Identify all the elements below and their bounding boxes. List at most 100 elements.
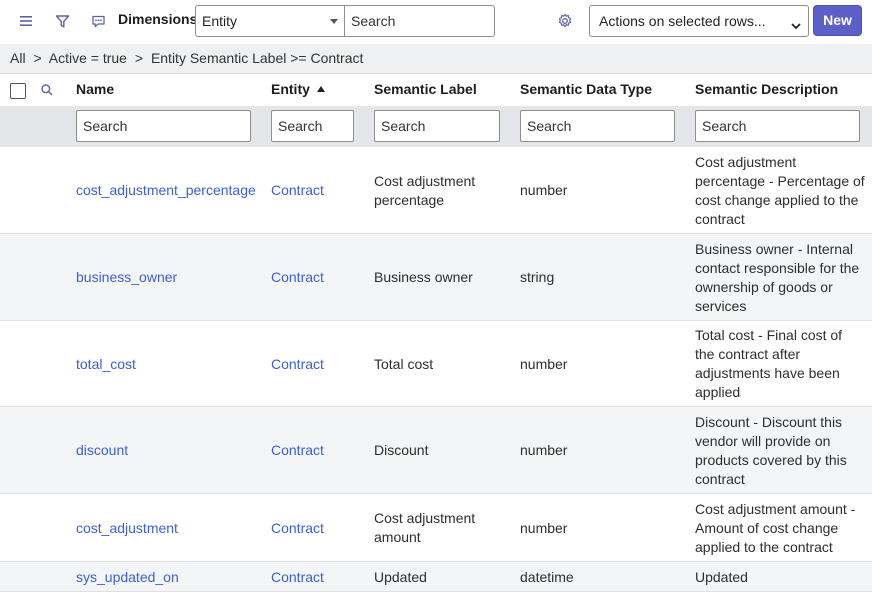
- cell-text-line: number: [520, 519, 568, 536]
- cell-text-line: number: [520, 355, 568, 372]
- cell-text-line: Cost adjustment amount -: [695, 500, 856, 517]
- name-link[interactable]: total_cost: [76, 321, 266, 407]
- entity-link[interactable]: Contract: [271, 562, 366, 592]
- semantic-label-cell: Updated: [374, 562, 514, 592]
- breadcrumb-separator: >: [134, 50, 144, 66]
- cell-text-line: contract: [695, 210, 745, 227]
- breadcrumb-item-all[interactable]: All: [10, 50, 26, 66]
- semantic-description-cell: Updated: [695, 562, 867, 592]
- cell-text-line: percentage - Percentage of: [695, 172, 865, 189]
- semantic-label-filter-input[interactable]: [374, 110, 500, 142]
- column-header-semantic-description[interactable]: Semantic Description: [695, 81, 838, 97]
- entity-link[interactable]: Contract: [271, 407, 366, 494]
- breadcrumb-separator: >: [33, 50, 42, 66]
- cell-text-line: Discount: [374, 442, 429, 458]
- semantic-description-cell-text: Cost adjustment amount - Amount of cost c…: [695, 500, 855, 557]
- semantic-data-type-cell: datetime: [520, 562, 685, 592]
- cell-text-line: products covered by this: [695, 451, 847, 468]
- semantic-label-cell-text: Updated: [374, 568, 427, 587]
- semantic-description-cell-text: Updated: [695, 568, 748, 587]
- cell-text-line: business_owner: [76, 269, 178, 285]
- semantic-label-cell: Business owner: [374, 234, 514, 321]
- cell-text-line: number: [520, 182, 568, 198]
- semantic-description-cell-text: Business owner - Internal contact respons…: [695, 240, 859, 316]
- column-header-semantic-data-type[interactable]: Semantic Data Type: [520, 81, 652, 97]
- name-link[interactable]: business_owner: [76, 234, 266, 321]
- actions-select[interactable]: Actions on selected rows...: [589, 5, 809, 37]
- cell-text-line: Total cost: [374, 355, 434, 372]
- semantic-description-filter-input[interactable]: [695, 110, 860, 142]
- name-link[interactable]: sys_updated_on: [76, 562, 266, 592]
- semantic-label-cell-text: Cost adjustment percentage: [374, 172, 475, 210]
- breadcrumb-item-active[interactable]: Active = true: [49, 50, 127, 66]
- page-title: Dimensions: [118, 11, 198, 27]
- breadcrumb-item-semantic-label[interactable]: Entity Semantic Label >= Contract: [151, 50, 363, 66]
- actions-select-value: Actions on selected rows...: [599, 13, 766, 29]
- name-link[interactable]: discount: [76, 407, 266, 494]
- table-row: sys_updated_on Contract Updated datetime Upd…: [0, 562, 872, 592]
- semantic-description-cell: Discount - Discount this vendor will prov…: [695, 407, 867, 494]
- entity-link[interactable]: Contract: [271, 147, 366, 234]
- name-filter-input[interactable]: [76, 110, 251, 142]
- chat-bubble-icon[interactable]: [89, 12, 107, 30]
- search-icon[interactable]: [40, 83, 54, 100]
- entity-select-value: Entity: [202, 13, 238, 29]
- table-row: cost_adjustment Contract Cost adjustment am…: [0, 494, 872, 562]
- cell-text-line: the contract after: [695, 346, 801, 362]
- semantic-data-type-cell-text: string: [520, 268, 554, 287]
- cell-text-line: Cost adjustment: [374, 172, 476, 189]
- semantic-data-type-cell-text: datetime: [520, 568, 574, 587]
- name-link-text: cost_adjustment: [76, 519, 178, 538]
- semantic-data-type-cell: number: [520, 321, 685, 407]
- entity-link[interactable]: Contract: [271, 321, 366, 407]
- entity-select[interactable]: Entity: [195, 5, 345, 37]
- cell-text-line: sys_updated_on: [76, 568, 179, 585]
- cell-text-line: Contract: [271, 269, 324, 285]
- name-link-text: cost_adjustment_percentage: [76, 181, 256, 200]
- semantic-description-cell: Cost adjustment percentage - Percentage o…: [695, 147, 867, 234]
- cell-text-line: cost_adjustment_percentage: [76, 182, 256, 198]
- name-link[interactable]: cost_adjustment: [76, 494, 266, 562]
- semantic-label-cell-text: Cost adjustment amount: [374, 509, 475, 547]
- column-header-semantic-label[interactable]: Semantic Label: [374, 81, 477, 97]
- entity-filter-input[interactable]: [271, 110, 354, 142]
- semantic-label-cell-text: Business owner: [374, 268, 473, 287]
- entity-link-text: Contract: [271, 268, 324, 287]
- semantic-label-cell-text: Discount: [374, 441, 428, 460]
- entity-link[interactable]: Contract: [271, 494, 366, 562]
- dimensions-table: Name Entity Semantic Label Semantic Data…: [0, 73, 872, 592]
- cell-text-line: Discount - Discount this: [695, 413, 843, 430]
- name-link-text: sys_updated_on: [76, 568, 179, 587]
- list-search-input[interactable]: [345, 5, 495, 37]
- name-link-text: business_owner: [76, 268, 177, 287]
- semantic-data-type-cell: number: [520, 147, 685, 234]
- table-row: discount Contract Discount number Discount -…: [0, 407, 872, 494]
- name-link-text: discount: [76, 441, 128, 460]
- column-header-name[interactable]: Name: [76, 81, 114, 97]
- cell-text-line: Cost adjustment: [695, 153, 797, 170]
- cell-text-line: string: [520, 269, 555, 285]
- caret-down-icon: [330, 19, 338, 24]
- cell-text-line: cost change applied to the: [695, 191, 859, 208]
- semantic-label-cell: Cost adjustment percentage: [374, 147, 514, 234]
- select-all-checkbox[interactable]: [10, 83, 26, 99]
- entity-link[interactable]: Contract: [271, 234, 366, 321]
- cell-text-line: Total cost - Final cost of: [695, 327, 843, 343]
- name-link[interactable]: cost_adjustment_percentage: [76, 147, 266, 234]
- cell-text-line: Cost adjustment: [374, 510, 476, 526]
- cell-text-line: datetime: [520, 568, 574, 585]
- entity-link-text: Contract: [271, 568, 324, 587]
- gear-icon[interactable]: [556, 12, 574, 30]
- new-button[interactable]: New: [813, 5, 862, 36]
- cell-text-line: applied to the contract: [695, 538, 833, 555]
- semantic-data-type-cell: number: [520, 407, 685, 494]
- semantic-description-cell: Cost adjustment amount - Amount of cost c…: [695, 494, 867, 562]
- cell-text-line: adjustments have been: [695, 365, 840, 381]
- semantic-description-cell: Total cost - Final cost of the contract a…: [695, 321, 867, 407]
- filter-icon[interactable]: [53, 12, 71, 30]
- hamburger-menu-icon[interactable]: [18, 13, 34, 29]
- column-header-entity[interactable]: Entity: [271, 81, 325, 97]
- semantic-data-type-filter-input[interactable]: [520, 110, 675, 142]
- cell-text-line: services: [695, 297, 747, 314]
- entity-link-text: Contract: [271, 519, 324, 538]
